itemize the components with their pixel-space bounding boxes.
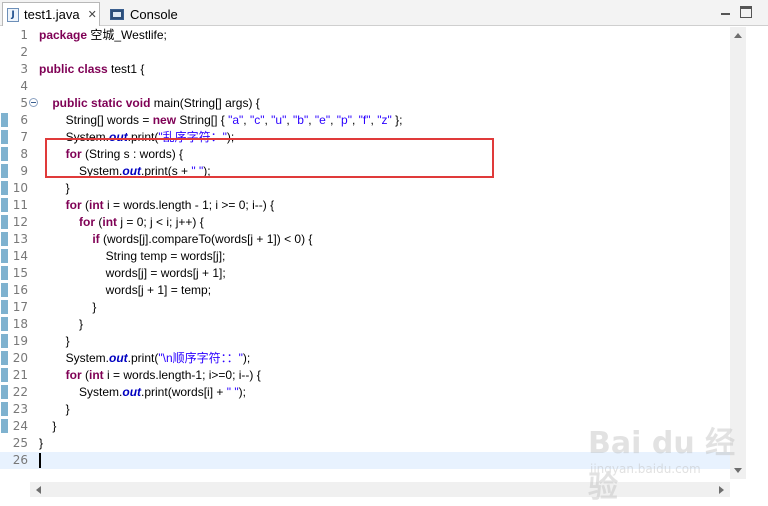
line-number: 24 [12,419,28,433]
line-number: 8 [20,147,28,161]
code-line[interactable]: 13 if (words[j].compareTo(words[j + 1]) … [0,231,730,248]
line-number: 19 [12,334,28,348]
watermark-url: jingyan.baidu.com [590,462,701,476]
code-line[interactable]: 21 for (int i = words.length-1; i>=0; i-… [0,367,730,384]
minimize-icon[interactable] [720,6,732,18]
line-number: 18 [12,317,28,331]
code-text: for (int i = words.length - 1; i >= 0; i… [65,198,275,212]
code-line[interactable]: 18 } [0,316,730,333]
code-text: String[] words = new String[] { "a", "c"… [39,113,403,127]
line-number: 23 [12,402,28,416]
code-line[interactable]: 6 String[] words = new String[] { "a", "… [0,112,730,129]
line-number: 10 [12,181,28,195]
line-number: 14 [12,249,28,263]
line-number: 11 [12,198,28,212]
scroll-left-icon[interactable] [36,486,41,494]
line-number: 26 [12,453,28,467]
code-text: System.out.print(words[i] + " "); [39,385,246,399]
code-text: } [39,436,44,450]
scroll-up-icon[interactable] [734,33,742,38]
code-line[interactable]: 3 public class test1 { [0,61,730,78]
code-line[interactable]: 23 } [0,401,730,418]
line-number: 15 [12,266,28,280]
code-line[interactable]: 11 for (int i = words.length - 1; i >= 0… [0,197,730,214]
code-text: public class test1 { [39,62,145,76]
code-text: words[j] = words[j + 1]; [39,266,226,280]
close-tab-icon[interactable]: ✕ [88,8,97,21]
line-number: 20 [12,351,28,365]
line-number: 9 [20,164,28,178]
code-line[interactable]: 10 } [0,180,730,197]
baidu-watermark: Bai du 经验 jingyan.baidu.com [588,418,738,505]
code-text: System.out.print("\n顺序字符：："); [39,351,251,365]
line-number: 7 [20,130,28,144]
code-text: } [39,402,70,416]
code-line[interactable]: 12 for (int j = 0; j < i; j++) { [0,214,730,231]
line-number: 16 [12,283,28,297]
code-text: for (int j = 0; j < i; j++) { [79,215,204,229]
code-line[interactable]: 20 System.out.print("\n顺序字符：："); [0,350,730,367]
tab-test1-java[interactable]: J test1.java ✕ [2,2,100,26]
tab-console[interactable]: Console [104,2,196,26]
line-number: 22 [12,385,28,399]
code-text: } [39,334,70,348]
line-number: 4 [20,79,28,93]
line-number: 17 [12,300,28,314]
code-text: String temp = words[j]; [39,249,226,263]
line-number: 13 [12,232,28,246]
code-text: words[j + 1] = temp; [39,283,212,297]
code-line[interactable]: 15 words[j] = words[j + 1]; [0,265,730,282]
line-number: 21 [12,368,28,382]
tab-label: Console [130,6,178,22]
tab-label: test1.java [24,7,80,22]
line-number: 3 [20,62,28,76]
fold-collapse-icon[interactable] [29,98,38,107]
code-line[interactable]: 4 [0,78,730,95]
line-number: 1 [20,28,28,42]
line-number: 6 [20,113,28,127]
line-number: 2 [20,45,28,59]
line-number: 12 [12,215,28,229]
code-line[interactable]: 22 System.out.print(words[i] + " "); [0,384,730,401]
text-caret [39,453,41,468]
editor-tab-bar: J test1.java ✕ Console [0,0,768,26]
code-text: public static void main(String[] args) { [52,96,260,110]
console-icon [110,8,124,20]
line-number: 25 [12,436,28,450]
code-text: } [39,317,84,331]
vertical-scrollbar[interactable] [730,27,746,479]
code-text: } [39,181,70,195]
code-text: for (int i = words.length-1; i>=0; i--) … [65,368,261,382]
code-text: } [39,300,97,314]
code-line[interactable]: 5 public static void main(String[] args)… [0,95,730,112]
code-text: } [39,419,57,433]
code-line[interactable]: 1 package 空城_Westlife; [0,27,730,44]
code-line[interactable]: 16 words[j + 1] = temp; [0,282,730,299]
annotation-highlight-box [45,138,494,178]
code-text: if (words[j].compareTo(words[j + 1]) < 0… [92,232,313,246]
code-text: package 空城_Westlife; [39,28,167,42]
code-line[interactable]: 17 } [0,299,730,316]
maximize-icon[interactable] [740,6,752,18]
line-number: 5 [20,96,28,110]
code-line[interactable]: 19 } [0,333,730,350]
code-line[interactable]: 2 [0,44,730,61]
java-file-icon: J [7,7,19,22]
code-line[interactable]: 14 String temp = words[j]; [0,248,730,265]
